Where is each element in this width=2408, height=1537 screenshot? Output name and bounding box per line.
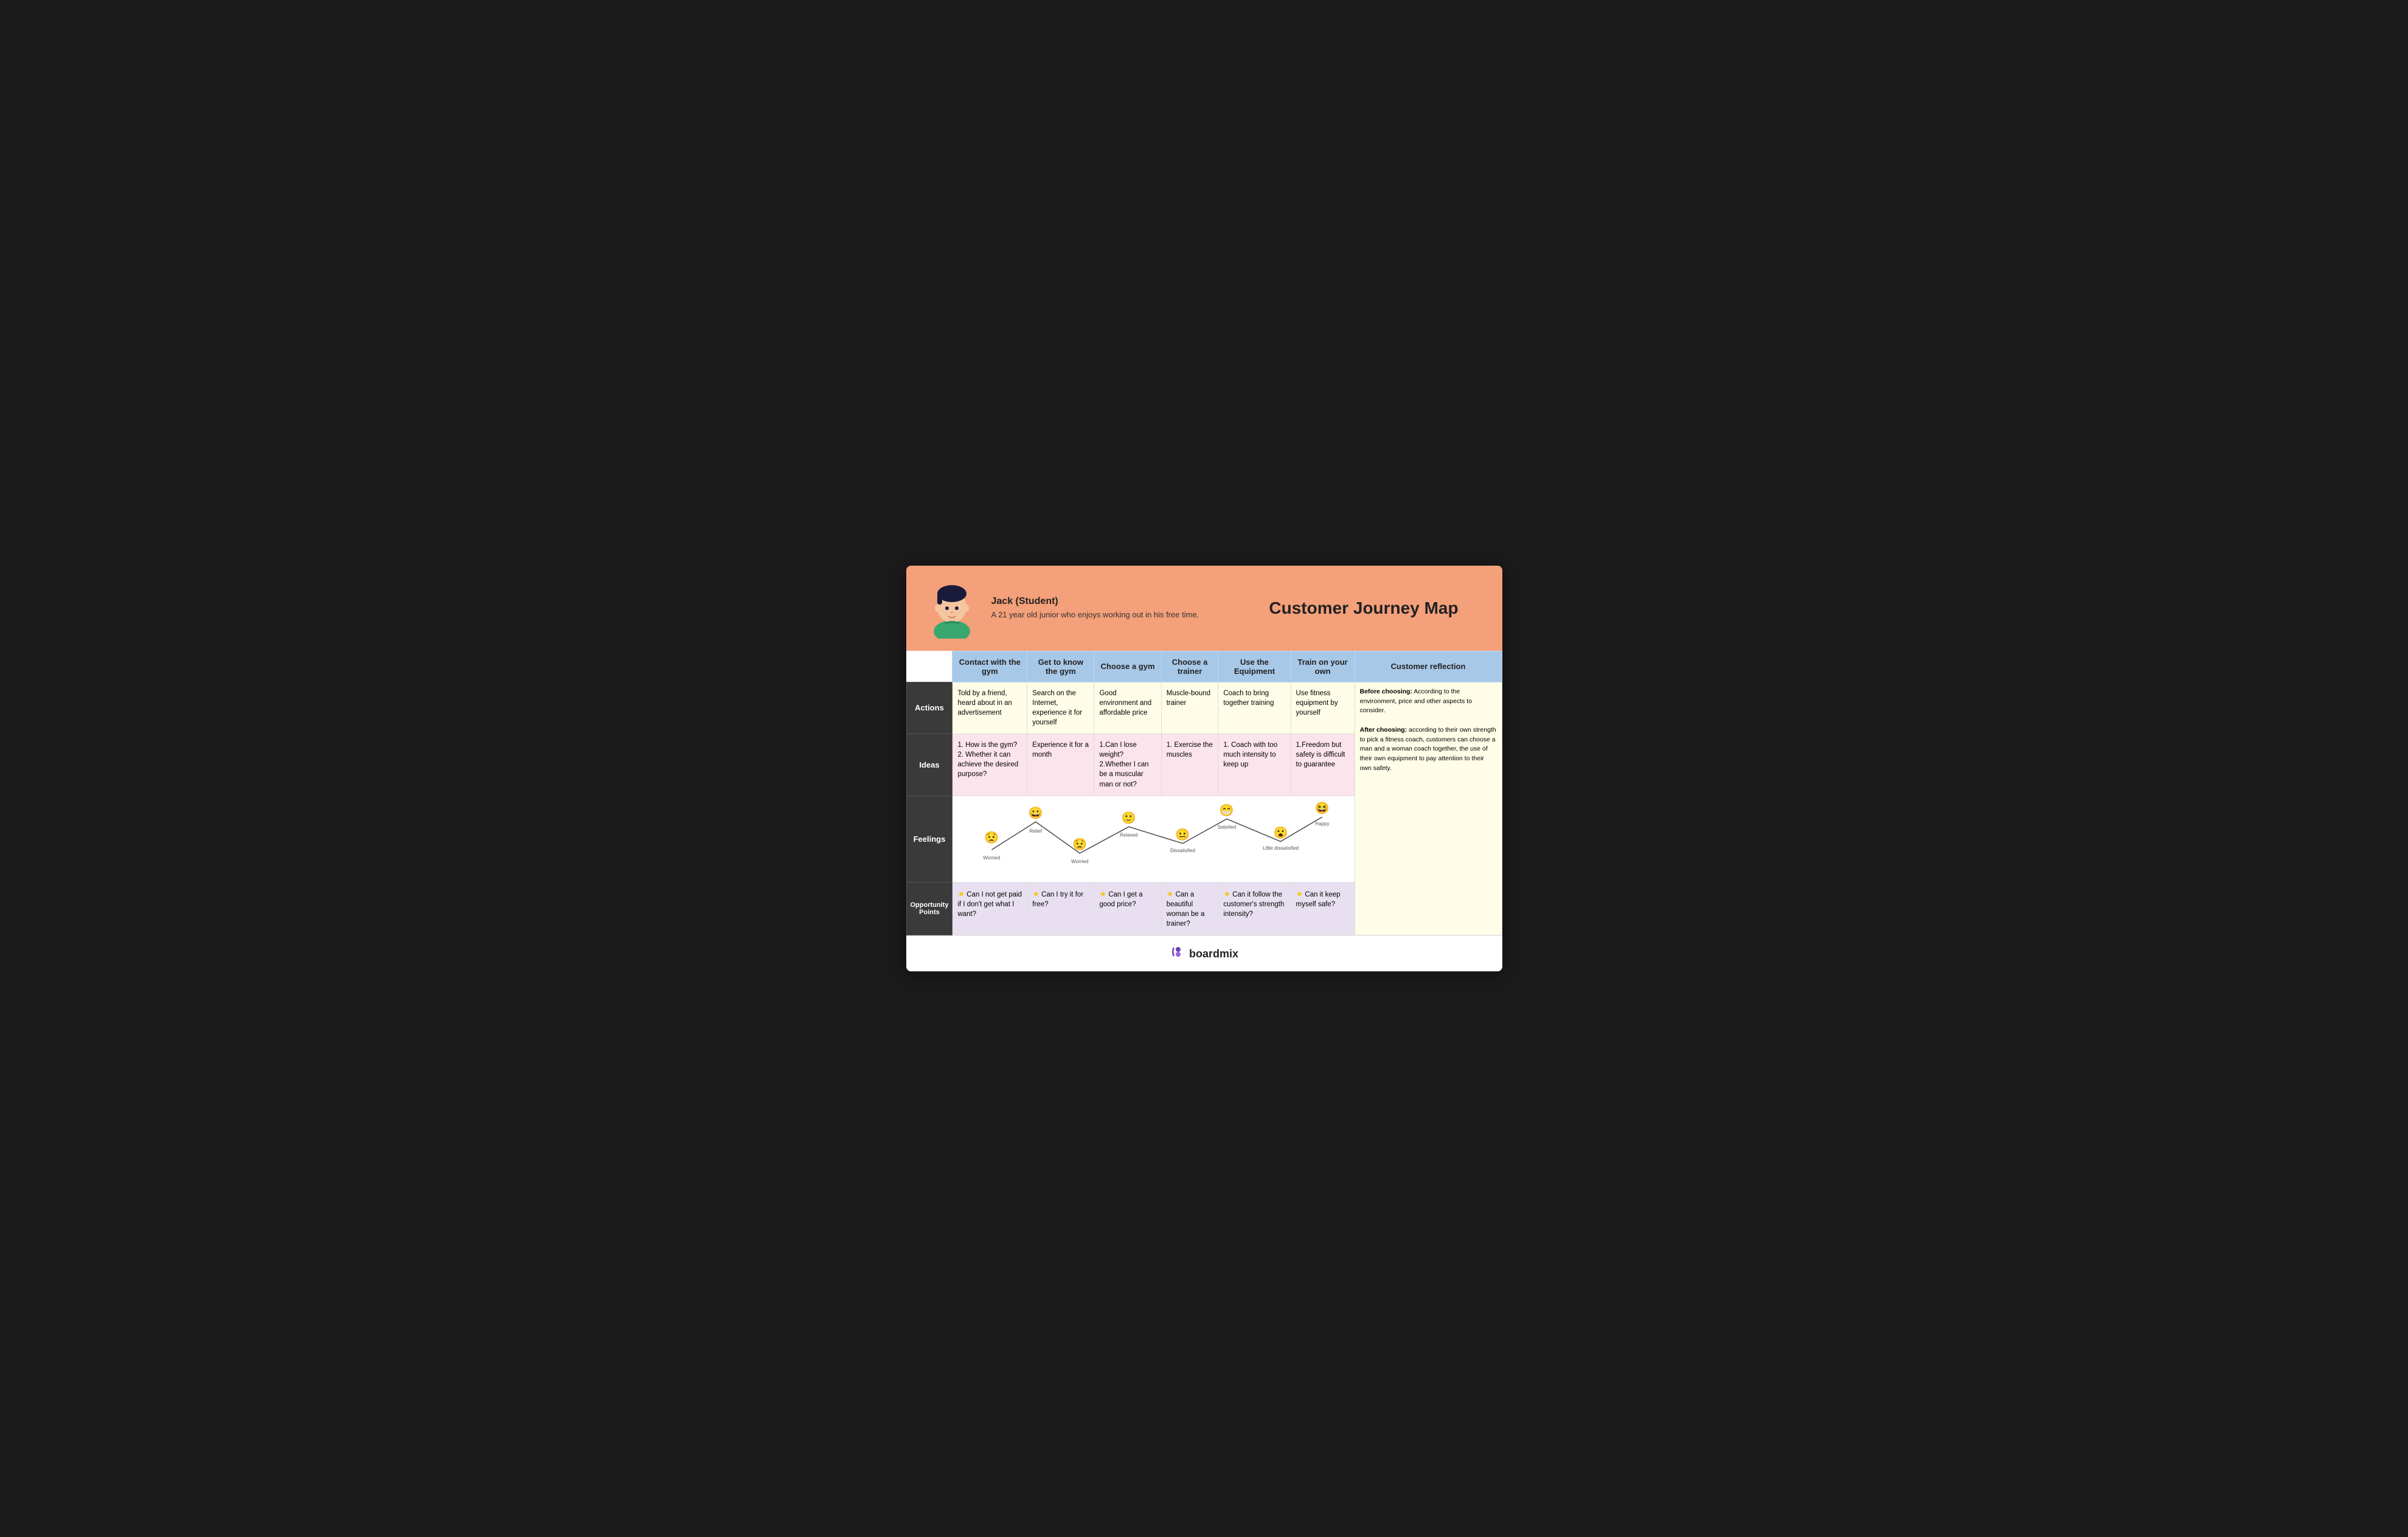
actions-label: Actions (906, 682, 952, 734)
ideas-train: 1.Freedom but safety is difficult to gua… (1291, 734, 1355, 796)
col-choose-trainer: Choose a trainer (1161, 651, 1218, 682)
svg-text:Relaxed: Relaxed (1120, 832, 1138, 838)
actions-know: Search on the Internet, experience it fo… (1027, 682, 1094, 734)
col-reflection: Customer reflection (1355, 651, 1502, 682)
feelings-label: Feelings (906, 796, 952, 882)
ideas-label: Ideas (906, 734, 952, 796)
header: Jack (Student) A 21 year old junior who … (906, 566, 1502, 651)
actions-choose-trainer: Muscle-bound trainer (1161, 682, 1218, 734)
svg-text:😟: 😟 (985, 831, 999, 844)
reflection-cell: Before choosing: According to the enviro… (1355, 682, 1502, 935)
ideas-choose-gym: 1.Can I lose weight?2.Whether I can be a… (1094, 734, 1161, 796)
svg-text:Worried: Worried (1072, 859, 1089, 864)
opp-contact: ★ Can I not get paid if I don't get what… (952, 882, 1027, 935)
column-header-row: Contact with the gym Get to know the gym… (906, 651, 1502, 682)
persona-info: Jack (Student) A 21 year old junior who … (991, 596, 1232, 620)
svg-text:😁: 😁 (1220, 803, 1234, 817)
journey-table-area: Contact with the gym Get to know the gym… (906, 651, 1502, 935)
opportunity-label: Opportunity Points (906, 882, 952, 935)
opp-choose-trainer: ★ Can a beautiful woman be a trainer? (1161, 882, 1218, 935)
star-icon: ★ (957, 889, 965, 898)
feelings-chart-svg: 😟 Worried 😀 Relief 😟 Worried 🙂 Relaxed (962, 801, 1344, 874)
boardmix-icon (1170, 945, 1184, 963)
footer: boardmix (906, 935, 1502, 971)
svg-text:🙂: 🙂 (1122, 811, 1136, 825)
svg-text:Dissatisfied: Dissatisfied (1170, 848, 1195, 853)
col-equipment: Use the Equipment (1218, 651, 1291, 682)
opp-know: ★ Can I try it for free? (1027, 882, 1094, 935)
svg-text:Worried: Worried (984, 855, 1001, 861)
opp-train: ★ Can it keep myself safe? (1291, 882, 1355, 935)
opp-equipment: ★ Can it follow the customer's strength … (1218, 882, 1291, 935)
actions-row: Actions Told by a friend, heard about in… (906, 682, 1502, 734)
avatar (925, 578, 979, 639)
corner-cell (906, 651, 952, 682)
svg-text:😟: 😟 (1073, 838, 1088, 851)
persona-desc: A 21 year old junior who enjoys working … (991, 609, 1232, 620)
opp-choose-gym: ★ Can I get a good price? (1094, 882, 1161, 935)
col-choose-gym: Choose a gym (1094, 651, 1161, 682)
ideas-know: Experience it for a month (1027, 734, 1094, 796)
customer-journey-map: Jack (Student) A 21 year old junior who … (906, 566, 1502, 971)
ideas-equipment: 1. Coach with too much intensity to keep… (1218, 734, 1291, 796)
col-know: Get to know the gym (1027, 651, 1094, 682)
svg-text:😮: 😮 (1274, 826, 1288, 839)
svg-text:Relief: Relief (1030, 828, 1043, 834)
feelings-chart-cell: 😟 Worried 😀 Relief 😟 Worried 🙂 Relaxed (952, 796, 1355, 882)
star-icon: ★ (1032, 889, 1039, 898)
svg-text:😀: 😀 (1029, 807, 1043, 820)
persona-name: Jack (Student) (991, 596, 1232, 607)
svg-text:Happy: Happy (1316, 821, 1330, 827)
star-icon: ★ (1167, 889, 1174, 898)
svg-text:Satisfied: Satisfied (1218, 824, 1237, 830)
actions-train: Use fitness equipment by yourself (1291, 682, 1355, 734)
col-train: Train on your own (1291, 651, 1355, 682)
journey-table: Contact with the gym Get to know the gym… (906, 651, 1502, 935)
ideas-choose-trainer: 1. Exercise the muscles (1161, 734, 1218, 796)
map-title: Customer Journey Map (1244, 598, 1484, 618)
actions-choose-gym: Good environment and affordable price (1094, 682, 1161, 734)
star-icon: ★ (1099, 889, 1106, 898)
actions-equipment: Coach to bring together training (1218, 682, 1291, 734)
ideas-contact: 1. How is the gym?2. Whether it can achi… (952, 734, 1027, 796)
star-icon: ★ (1223, 889, 1230, 898)
svg-text:😆: 😆 (1315, 802, 1330, 815)
star-icon: ★ (1296, 889, 1303, 898)
actions-contact: Told by a friend, heard about in an adve… (952, 682, 1027, 734)
col-contact: Contact with the gym (952, 651, 1027, 682)
svg-text:Little dissatisfied: Little dissatisfied (1263, 845, 1299, 851)
brand-name: boardmix (1189, 948, 1238, 960)
svg-text:😐: 😐 (1176, 828, 1190, 841)
